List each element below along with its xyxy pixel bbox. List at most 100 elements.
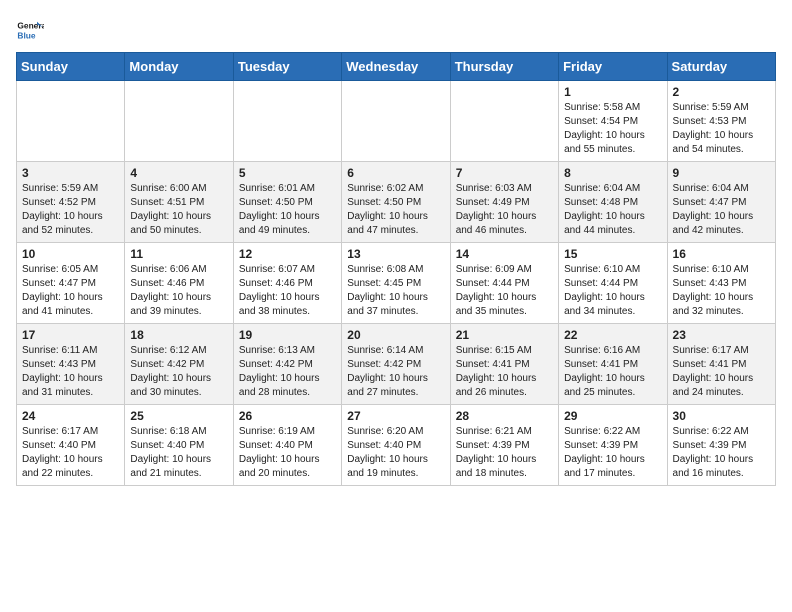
- calendar-cell: [450, 81, 558, 162]
- day-info: Sunrise: 6:03 AM Sunset: 4:49 PM Dayligh…: [456, 182, 553, 238]
- day-number: 3: [22, 166, 119, 180]
- logo: General Blue: [16, 16, 48, 44]
- day-number: 17: [22, 328, 119, 342]
- day-info: Sunrise: 6:04 AM Sunset: 4:47 PM Dayligh…: [673, 182, 770, 238]
- weekday-header: Friday: [559, 53, 667, 81]
- day-number: 13: [347, 247, 444, 261]
- day-info: Sunrise: 6:02 AM Sunset: 4:50 PM Dayligh…: [347, 182, 444, 238]
- day-number: 7: [456, 166, 553, 180]
- day-info: Sunrise: 6:07 AM Sunset: 4:46 PM Dayligh…: [239, 263, 336, 319]
- day-info: Sunrise: 5:58 AM Sunset: 4:54 PM Dayligh…: [564, 101, 661, 157]
- day-info: Sunrise: 6:15 AM Sunset: 4:41 PM Dayligh…: [456, 344, 553, 400]
- day-number: 14: [456, 247, 553, 261]
- day-info: Sunrise: 6:10 AM Sunset: 4:43 PM Dayligh…: [673, 263, 770, 319]
- calendar-cell: 4 Sunrise: 6:00 AM Sunset: 4:51 PM Daylig…: [125, 162, 233, 243]
- day-number: 30: [673, 409, 770, 423]
- day-info: Sunrise: 6:12 AM Sunset: 4:42 PM Dayligh…: [130, 344, 227, 400]
- calendar-cell: 14 Sunrise: 6:09 AM Sunset: 4:44 PM Dayli…: [450, 243, 558, 324]
- calendar-cell: 9Sunrise: 6:04 AM Sunset: 4:47 PM Daylig…: [667, 162, 775, 243]
- calendar-week-row: 3 Sunrise: 5:59 AM Sunset: 4:52 PM Daylig…: [17, 162, 776, 243]
- day-number: 18: [130, 328, 227, 342]
- calendar-cell: 5 Sunrise: 6:01 AM Sunset: 4:50 PM Daylig…: [233, 162, 341, 243]
- day-number: 8: [564, 166, 661, 180]
- calendar-cell: 3 Sunrise: 5:59 AM Sunset: 4:52 PM Daylig…: [17, 162, 125, 243]
- day-info: Sunrise: 6:05 AM Sunset: 4:47 PM Dayligh…: [22, 263, 119, 319]
- day-number: 26: [239, 409, 336, 423]
- day-number: 21: [456, 328, 553, 342]
- day-number: 23: [673, 328, 770, 342]
- day-info: Sunrise: 6:22 AM Sunset: 4:39 PM Dayligh…: [673, 425, 770, 481]
- day-info: Sunrise: 6:00 AM Sunset: 4:51 PM Dayligh…: [130, 182, 227, 238]
- day-number: 15: [564, 247, 661, 261]
- day-number: 5: [239, 166, 336, 180]
- calendar-cell: 2Sunrise: 5:59 AM Sunset: 4:53 PM Daylig…: [667, 81, 775, 162]
- calendar-cell: [125, 81, 233, 162]
- weekday-header: Sunday: [17, 53, 125, 81]
- calendar-cell: 29Sunrise: 6:22 AM Sunset: 4:39 PM Dayli…: [559, 405, 667, 486]
- day-number: 4: [130, 166, 227, 180]
- calendar-cell: [342, 81, 450, 162]
- calendar-cell: 17 Sunrise: 6:11 AM Sunset: 4:43 PM Dayli…: [17, 324, 125, 405]
- calendar-cell: 26 Sunrise: 6:19 AM Sunset: 4:40 PM Dayli…: [233, 405, 341, 486]
- day-info: Sunrise: 5:59 AM Sunset: 4:52 PM Dayligh…: [22, 182, 119, 238]
- calendar-week-row: 1 Sunrise: 5:58 AM Sunset: 4:54 PM Daylig…: [17, 81, 776, 162]
- day-info: Sunrise: 6:14 AM Sunset: 4:42 PM Dayligh…: [347, 344, 444, 400]
- day-number: 22: [564, 328, 661, 342]
- day-info: Sunrise: 6:04 AM Sunset: 4:48 PM Dayligh…: [564, 182, 661, 238]
- day-number: 11: [130, 247, 227, 261]
- calendar-cell: 20 Sunrise: 6:14 AM Sunset: 4:42 PM Dayli…: [342, 324, 450, 405]
- calendar-cell: 25 Sunrise: 6:18 AM Sunset: 4:40 PM Dayli…: [125, 405, 233, 486]
- day-info: Sunrise: 6:18 AM Sunset: 4:40 PM Dayligh…: [130, 425, 227, 481]
- day-info: Sunrise: 6:21 AM Sunset: 4:39 PM Dayligh…: [456, 425, 553, 481]
- weekday-header: Tuesday: [233, 53, 341, 81]
- day-info: Sunrise: 6:16 AM Sunset: 4:41 PM Dayligh…: [564, 344, 661, 400]
- day-info: Sunrise: 6:13 AM Sunset: 4:42 PM Dayligh…: [239, 344, 336, 400]
- day-number: 24: [22, 409, 119, 423]
- day-info: Sunrise: 6:09 AM Sunset: 4:44 PM Dayligh…: [456, 263, 553, 319]
- weekday-header: Thursday: [450, 53, 558, 81]
- calendar-cell: 7 Sunrise: 6:03 AM Sunset: 4:49 PM Daylig…: [450, 162, 558, 243]
- calendar-week-row: 10Sunrise: 6:05 AM Sunset: 4:47 PM Dayli…: [17, 243, 776, 324]
- day-number: 16: [673, 247, 770, 261]
- day-info: Sunrise: 6:01 AM Sunset: 4:50 PM Dayligh…: [239, 182, 336, 238]
- day-number: 27: [347, 409, 444, 423]
- calendar-cell: 21 Sunrise: 6:15 AM Sunset: 4:41 PM Dayli…: [450, 324, 558, 405]
- calendar-table: SundayMondayTuesdayWednesdayThursdayFrid…: [16, 52, 776, 486]
- page-header: General Blue: [16, 16, 776, 44]
- day-number: 25: [130, 409, 227, 423]
- calendar-week-row: 24 Sunrise: 6:17 AM Sunset: 4:40 PM Dayli…: [17, 405, 776, 486]
- day-info: Sunrise: 6:19 AM Sunset: 4:40 PM Dayligh…: [239, 425, 336, 481]
- calendar-cell: 19 Sunrise: 6:13 AM Sunset: 4:42 PM Dayli…: [233, 324, 341, 405]
- day-info: Sunrise: 6:11 AM Sunset: 4:43 PM Dayligh…: [22, 344, 119, 400]
- day-info: Sunrise: 6:10 AM Sunset: 4:44 PM Dayligh…: [564, 263, 661, 319]
- calendar-cell: 27 Sunrise: 6:20 AM Sunset: 4:40 PM Dayli…: [342, 405, 450, 486]
- day-number: 1: [564, 85, 661, 99]
- weekday-header: Monday: [125, 53, 233, 81]
- calendar-cell: 30 Sunrise: 6:22 AM Sunset: 4:39 PM Dayli…: [667, 405, 775, 486]
- weekday-header: Wednesday: [342, 53, 450, 81]
- day-info: Sunrise: 6:22 AM Sunset: 4:39 PM Dayligh…: [564, 425, 661, 481]
- calendar-cell: 11 Sunrise: 6:06 AM Sunset: 4:46 PM Dayli…: [125, 243, 233, 324]
- calendar-cell: [17, 81, 125, 162]
- calendar-cell: 24 Sunrise: 6:17 AM Sunset: 4:40 PM Dayli…: [17, 405, 125, 486]
- day-number: 12: [239, 247, 336, 261]
- calendar-cell: 6Sunrise: 6:02 AM Sunset: 4:50 PM Daylig…: [342, 162, 450, 243]
- calendar-cell: 16 Sunrise: 6:10 AM Sunset: 4:43 PM Dayli…: [667, 243, 775, 324]
- calendar-cell: 28 Sunrise: 6:21 AM Sunset: 4:39 PM Dayli…: [450, 405, 558, 486]
- weekday-header: Saturday: [667, 53, 775, 81]
- day-info: Sunrise: 6:08 AM Sunset: 4:45 PM Dayligh…: [347, 263, 444, 319]
- day-number: 28: [456, 409, 553, 423]
- calendar-cell: [233, 81, 341, 162]
- calendar-cell: 18 Sunrise: 6:12 AM Sunset: 4:42 PM Dayli…: [125, 324, 233, 405]
- svg-text:Blue: Blue: [17, 30, 35, 40]
- calendar-cell: 15 Sunrise: 6:10 AM Sunset: 4:44 PM Dayli…: [559, 243, 667, 324]
- day-number: 19: [239, 328, 336, 342]
- calendar-week-row: 17 Sunrise: 6:11 AM Sunset: 4:43 PM Dayli…: [17, 324, 776, 405]
- day-info: Sunrise: 6:20 AM Sunset: 4:40 PM Dayligh…: [347, 425, 444, 481]
- day-info: Sunrise: 6:17 AM Sunset: 4:40 PM Dayligh…: [22, 425, 119, 481]
- calendar-cell: 1 Sunrise: 5:58 AM Sunset: 4:54 PM Daylig…: [559, 81, 667, 162]
- day-number: 2: [673, 85, 770, 99]
- day-number: 20: [347, 328, 444, 342]
- day-info: Sunrise: 6:06 AM Sunset: 4:46 PM Dayligh…: [130, 263, 227, 319]
- day-info: Sunrise: 6:17 AM Sunset: 4:41 PM Dayligh…: [673, 344, 770, 400]
